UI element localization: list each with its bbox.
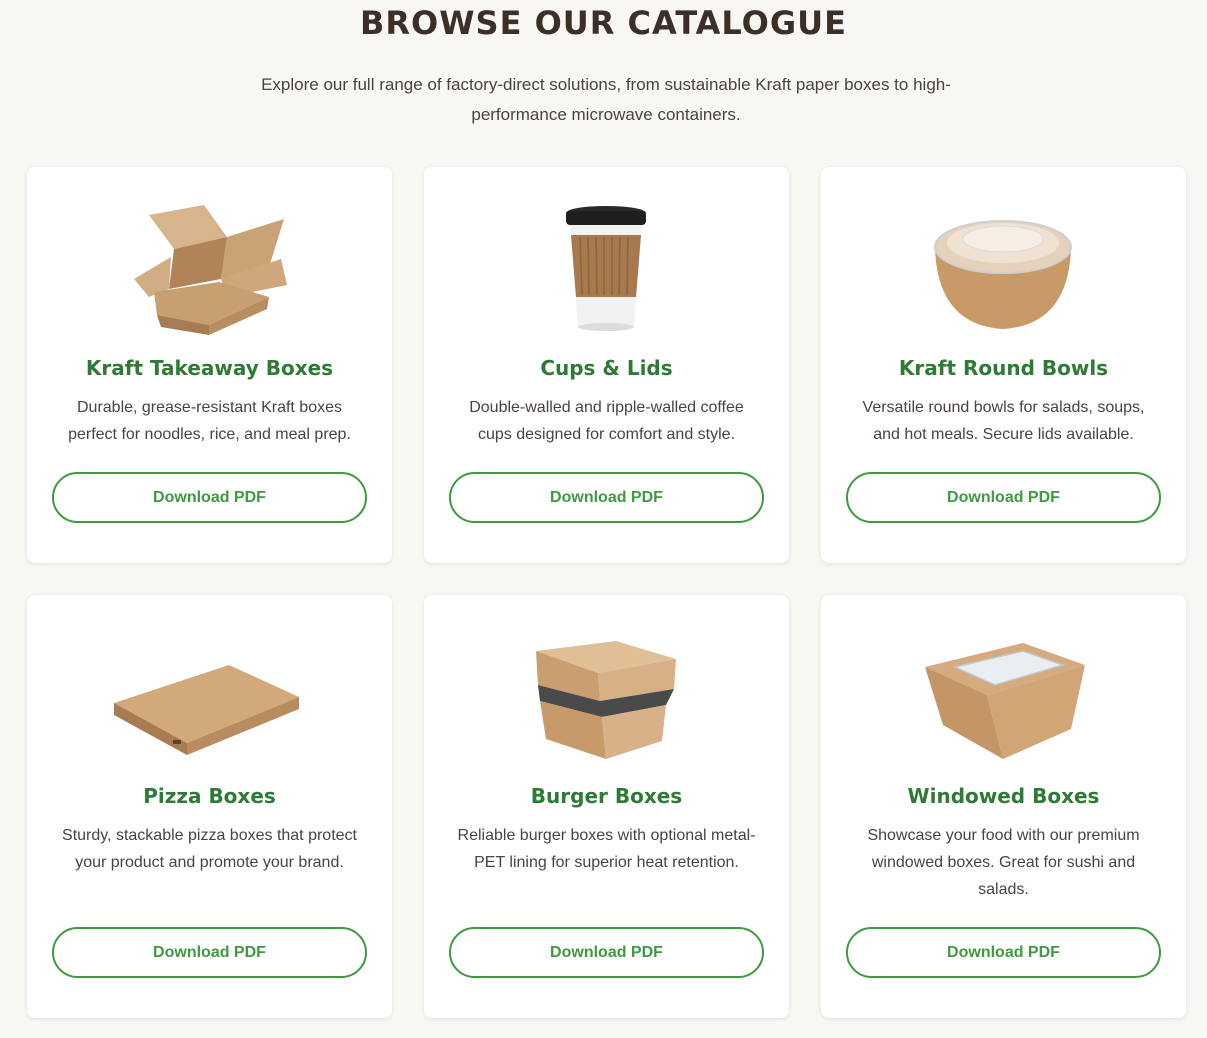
kraft-round-bowl-image xyxy=(903,197,1103,337)
card-description: Versatile round bowls for salads, soups,… xyxy=(862,399,1145,443)
product-card-pizza-boxes: Pizza Boxes Sturdy, stackable pizza boxe… xyxy=(27,595,392,1018)
card-title: Pizza Boxes xyxy=(143,784,276,808)
download-pdf-button[interactable]: Download PDF xyxy=(846,927,1161,978)
download-pdf-button[interactable]: Download PDF xyxy=(52,927,367,978)
card-description: Durable, grease-resistant Kraft boxes pe… xyxy=(68,399,351,443)
card-title: Kraft Round Bowls xyxy=(898,356,1109,380)
download-pdf-button[interactable]: Download PDF xyxy=(52,472,367,523)
section-title: BROWSE OUR CATALOGUE xyxy=(360,4,847,42)
product-card-kraft-round-bowls: Kraft Round Bowls Versatile round bowls … xyxy=(821,167,1186,563)
windowed-box-image xyxy=(903,625,1103,765)
card-title: Windowed Boxes xyxy=(907,784,1100,808)
product-card-kraft-takeaway-boxes: Kraft Takeaway Boxes Durable, grease-res… xyxy=(27,167,392,563)
kraft-takeaway-box-image xyxy=(109,197,309,337)
download-pdf-button[interactable]: Download PDF xyxy=(846,472,1161,523)
card-description: Double-walled and ripple-walled coffee c… xyxy=(469,399,744,443)
product-card-burger-boxes: Burger Boxes Reliable burger boxes with … xyxy=(424,595,789,1018)
download-pdf-button[interactable]: Download PDF xyxy=(449,472,764,523)
card-description: Showcase your food with our premium wind… xyxy=(867,827,1140,898)
card-title: Cups & Lids xyxy=(540,356,673,380)
card-description: Reliable burger boxes with optional meta… xyxy=(457,827,756,871)
product-card-cups-lids: Cups & Lids Double-walled and ripple-wal… xyxy=(424,167,789,563)
card-title: Kraft Takeaway Boxes xyxy=(85,356,334,380)
download-pdf-button[interactable]: Download PDF xyxy=(449,927,764,978)
burger-box-image xyxy=(506,625,706,765)
section-subtitle: Explore our full range of factory-direct… xyxy=(261,75,951,124)
product-card-windowed-boxes: Windowed Boxes Showcase your food with o… xyxy=(821,595,1186,1018)
card-description: Sturdy, stackable pizza boxes that prote… xyxy=(62,827,357,871)
product-grid: Kraft Takeaway Boxes Durable, grease-res… xyxy=(27,167,1186,1018)
catalogue-section: BROWSE OUR CATALOGUE Explore our full ra… xyxy=(0,0,1207,1038)
coffee-cup-image xyxy=(506,197,706,337)
pizza-box-image xyxy=(109,625,309,765)
card-title: Burger Boxes xyxy=(530,784,683,808)
